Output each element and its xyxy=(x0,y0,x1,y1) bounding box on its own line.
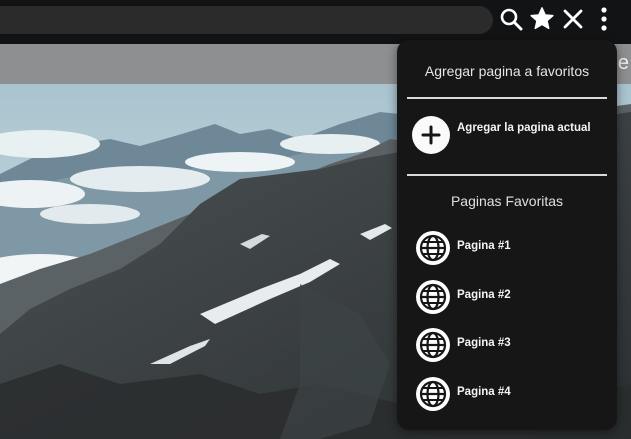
search-button[interactable] xyxy=(498,6,524,32)
globe-icon xyxy=(416,280,450,314)
favorite-label: Pagina #4 xyxy=(457,386,511,398)
browser-toolbar xyxy=(0,0,631,44)
favorites-button[interactable] xyxy=(529,6,555,32)
app-window: e Agregar pagina a favoritos Agregar la … xyxy=(0,0,631,439)
add-current-page-label: Agregar la pagina actual xyxy=(457,122,591,134)
panel-title: Agregar pagina a favoritos xyxy=(424,63,590,79)
divider xyxy=(407,174,607,176)
star-icon xyxy=(530,7,554,30)
favorite-item-1[interactable]: Pagina #1 xyxy=(415,230,605,266)
add-icon xyxy=(412,116,450,154)
favorite-label: Pagina #3 xyxy=(457,337,511,349)
globe-icon xyxy=(416,328,450,362)
favorite-item-4[interactable]: Pagina #4 xyxy=(415,376,605,412)
search-icon xyxy=(500,8,523,31)
close-icon xyxy=(563,9,583,29)
globe-icon xyxy=(416,377,450,411)
favorite-item-2[interactable]: Pagina #2 xyxy=(415,279,605,315)
more-options-button[interactable] xyxy=(591,6,617,32)
favorites-panel: Agregar pagina a favoritos Agregar la pa… xyxy=(397,40,617,430)
divider xyxy=(407,97,607,99)
address-bar[interactable] xyxy=(0,6,493,34)
favorites-section-title: Paginas Favoritas xyxy=(450,193,564,209)
favorite-label: Pagina #1 xyxy=(457,240,511,252)
header-text-fragment: e xyxy=(617,52,629,74)
add-current-page-button[interactable]: Agregar la pagina actual xyxy=(412,113,607,157)
favorite-label: Pagina #2 xyxy=(457,289,511,301)
globe-icon xyxy=(416,231,450,265)
close-button[interactable] xyxy=(560,6,586,32)
more-vertical-icon xyxy=(601,7,607,31)
favorite-item-3[interactable]: Pagina #3 xyxy=(415,327,605,363)
